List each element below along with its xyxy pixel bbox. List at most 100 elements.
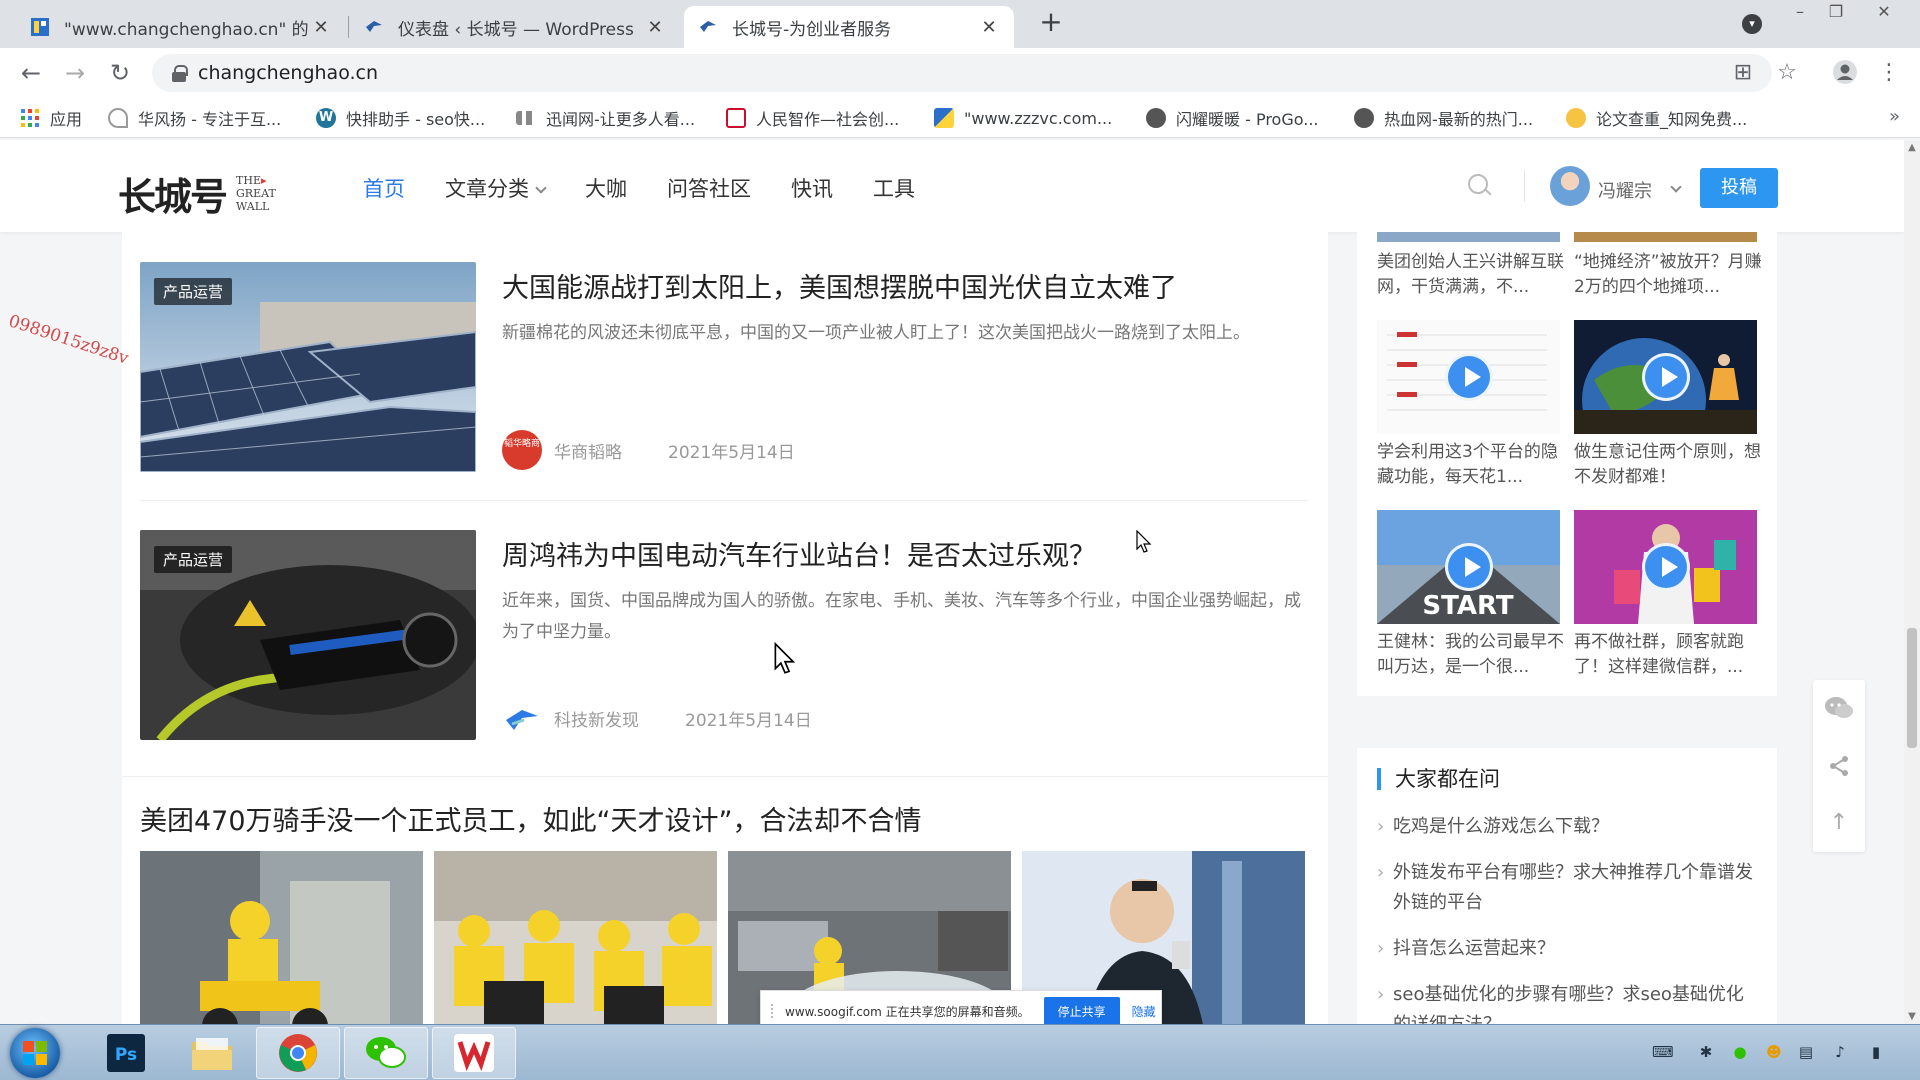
close-window-icon[interactable]: ✕ xyxy=(1866,0,1902,28)
profile-icon[interactable] xyxy=(1830,59,1860,89)
browser-tab-1[interactable]: "www.changchenghao.cn" 的 ✕ xyxy=(16,6,346,48)
article-thumbnail-ev-charger[interactable]: 产品运营 xyxy=(140,530,476,740)
taskbar-explorer[interactable] xyxy=(170,1027,254,1079)
browser-tab-3-active[interactable]: 长城号-为创业者服务 ✕ xyxy=(684,6,1014,48)
start-button[interactable] xyxy=(10,1028,60,1078)
video-title[interactable]: 学会利用这3个平台的隐藏功能，每天花1... xyxy=(1377,440,1567,490)
scrollbar-thumb[interactable] xyxy=(1907,628,1917,748)
video-thumbnail[interactable]: START xyxy=(1377,510,1560,624)
network-app-icon[interactable]: ✱ xyxy=(1696,1043,1716,1063)
taskbar-photoshop[interactable]: Ps xyxy=(84,1027,168,1079)
gallery-image-rider[interactable] xyxy=(140,851,423,1051)
video-thumbnail[interactable] xyxy=(1574,510,1757,624)
bookmark-apps[interactable]: 应用 xyxy=(20,106,82,130)
author-name[interactable]: 华商韬略 xyxy=(554,438,622,463)
video-thumbnail[interactable] xyxy=(1574,320,1757,434)
play-icon[interactable] xyxy=(1641,543,1690,591)
qa-item[interactable]: 外链发布平台有哪些？求大神推荐几个靠谱发外链的平台 xyxy=(1377,858,1757,918)
stop-sharing-button[interactable]: 停止共享 xyxy=(1043,996,1120,1026)
video-thumbnail[interactable] xyxy=(1377,320,1560,434)
forward-icon[interactable]: → xyxy=(60,59,90,89)
category-tag[interactable]: 产品运营 xyxy=(154,278,233,305)
article-card[interactable]: 产品运营 大国能源战打到太阳上，美国想摆脱中国光伏自立太难了 新疆棉花的风波还未… xyxy=(140,262,1308,472)
close-tab-icon[interactable]: ✕ xyxy=(644,17,666,38)
reload-icon[interactable]: ↻ xyxy=(105,59,135,89)
play-icon[interactable] xyxy=(1444,353,1493,401)
author-avatar-bird-icon[interactable] xyxy=(502,698,542,738)
article-thumbnail-solar[interactable]: 产品运营 xyxy=(140,262,476,472)
article-title[interactable]: 周鸿祎为中国电动汽车行业站台！是否太过乐观？ xyxy=(502,534,1096,573)
bookmark-item[interactable]: 闪耀暖暖 - ProGo... xyxy=(1146,106,1319,130)
article-title[interactable]: 大国能源战打到太阳上，美国想摆脱中国光伏自立太难了 xyxy=(502,266,1177,305)
author-avatar[interactable]: 韬华略商 xyxy=(502,430,542,470)
article-title[interactable]: 美团470万骑手没一个正式员工，如此“天才设计”，合法却不合情 xyxy=(140,799,922,838)
bookmark-item[interactable]: 华风扬 - 专注于互... xyxy=(108,106,281,130)
category-tag[interactable]: 产品运营 xyxy=(154,546,233,573)
taskbar-chrome[interactable] xyxy=(256,1027,340,1079)
bookmark-item[interactable]: 论文查重_知网免费... xyxy=(1566,106,1747,130)
hide-notice-button[interactable]: 隐藏 xyxy=(1132,1003,1156,1020)
drag-handle-icon[interactable] xyxy=(771,1004,775,1018)
play-icon[interactable] xyxy=(1641,353,1690,401)
qq-tray-icon[interactable]: ☻ xyxy=(1764,1043,1784,1063)
bookmark-item[interactable]: 热血网-最新的热门... xyxy=(1354,106,1533,130)
bookmark-star-icon[interactable]: ☆ xyxy=(1772,59,1802,89)
search-icon[interactable] xyxy=(1468,174,1494,200)
nav-home[interactable]: 首页 xyxy=(363,173,405,203)
share-icon[interactable] xyxy=(1813,738,1865,794)
browser-tab-2[interactable]: 仪表盘 ‹ 长城号 — WordPress ✕ xyxy=(350,6,680,48)
video-title[interactable]: 做生意记住两个原则，想不发财都难！ xyxy=(1574,440,1764,490)
page-scrollbar[interactable]: ▲ ▼ xyxy=(1904,140,1920,1024)
video-title[interactable]: 再不做社群，顾客就跑了！这样建微信群，... xyxy=(1574,630,1764,680)
bookmark-item[interactable]: "www.zzzvc.com... xyxy=(934,106,1112,130)
wechat-tray-icon[interactable]: ● xyxy=(1730,1043,1750,1063)
scroll-up-icon[interactable]: ▲ xyxy=(1904,142,1920,153)
user-name[interactable]: 冯耀宗 xyxy=(1598,177,1652,203)
nav-tools[interactable]: 工具 xyxy=(873,173,915,203)
video-thumbnail[interactable] xyxy=(1377,232,1560,242)
new-tab-button[interactable]: + xyxy=(1036,8,1066,38)
volume-icon[interactable]: ♪ xyxy=(1830,1043,1850,1063)
close-tab-icon[interactable]: ✕ xyxy=(978,17,1000,38)
back-icon[interactable]: ← xyxy=(16,59,46,89)
gallery-article-card[interactable]: 美团470万骑手没一个正式员工，如此“天才设计”，合法却不合情 xyxy=(122,776,1328,1051)
scroll-down-icon[interactable]: ▼ xyxy=(1904,1011,1920,1022)
taskbar-wps[interactable] xyxy=(432,1027,516,1079)
minimize-icon[interactable]: – xyxy=(1782,0,1818,28)
qa-item[interactable]: 抖音怎么运营起来？ xyxy=(1377,934,1757,964)
article-card[interactable]: 产品运营 周鸿祎为中国电动汽车行业站台！是否太过乐观？ 近年来，国货、中国品牌成… xyxy=(140,530,1308,740)
qa-item[interactable]: 吃鸡是什么游戏怎么下载？ xyxy=(1377,812,1757,842)
author-name[interactable]: 科技新发现 xyxy=(554,706,639,731)
close-tab-icon[interactable]: ✕ xyxy=(310,17,332,38)
bookmark-item[interactable]: 人民智作—社会创... xyxy=(726,106,899,130)
nav-news[interactable]: 快讯 xyxy=(791,173,833,203)
omnibox[interactable]: changchenghao.cn xyxy=(152,54,1772,92)
nav-experts[interactable]: 大咖 xyxy=(585,173,627,203)
qr-code-icon[interactable]: ⊞ xyxy=(1728,59,1758,89)
tab-search-icon[interactable]: ▾ xyxy=(1742,14,1762,34)
url-text[interactable]: changchenghao.cn xyxy=(198,62,378,84)
avatar[interactable] xyxy=(1550,166,1590,206)
video-title[interactable]: 王健林：我的公司最早不叫万达，是一个很... xyxy=(1377,630,1567,680)
video-title[interactable]: “地摊经济”被放开？月赚2万的四个地摊项... xyxy=(1574,250,1764,300)
play-icon[interactable] xyxy=(1444,543,1493,591)
back-to-top-icon[interactable]: ↑ xyxy=(1813,794,1865,850)
bookmarks-more-icon[interactable]: » xyxy=(1889,106,1900,127)
clipboard-icon[interactable]: ▤ xyxy=(1796,1043,1816,1063)
wechat-icon[interactable] xyxy=(1813,680,1865,736)
signal-icon[interactable]: ▮ xyxy=(1866,1043,1886,1063)
gallery-image-riders-group[interactable] xyxy=(434,851,717,1051)
restore-icon[interactable]: ❐ xyxy=(1818,0,1854,28)
chevron-down-icon[interactable] xyxy=(1670,181,1682,193)
video-title[interactable]: 美团创始人王兴讲解互联网，干货满满，不... xyxy=(1377,250,1567,300)
nav-qa[interactable]: 问答社区 xyxy=(667,173,751,203)
kebab-menu-icon[interactable]: ⋮ xyxy=(1874,59,1904,89)
video-thumbnail[interactable] xyxy=(1574,232,1757,242)
bookmark-item[interactable]: W 快排助手 - seo快... xyxy=(316,106,485,130)
taskbar-wechat[interactable] xyxy=(344,1027,428,1079)
bookmark-item[interactable]: 迅闻网-让更多人看... xyxy=(516,106,695,130)
site-logo[interactable]: 长城号 THE▸ GREAT WALL xyxy=(118,166,276,221)
keyboard-icon[interactable]: ⌨ xyxy=(1652,1043,1674,1063)
nav-categories[interactable]: 文章分类 xyxy=(445,173,547,203)
submit-article-button[interactable]: 投稿 xyxy=(1700,168,1778,208)
